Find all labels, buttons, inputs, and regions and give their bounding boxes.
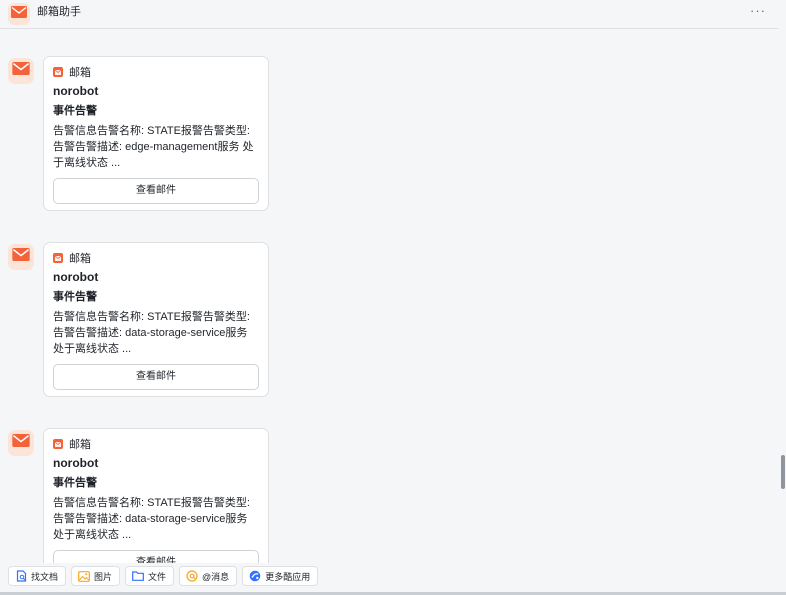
mail-subject: 事件告警	[53, 105, 97, 117]
mail-icon	[12, 62, 30, 80]
card-source-label: 邮箱	[69, 439, 91, 451]
mail-icon	[12, 434, 30, 452]
mailbox-icon	[53, 67, 63, 77]
image-icon	[78, 570, 90, 582]
mail-sender: norobot	[53, 456, 99, 470]
card-source-label: 邮箱	[69, 67, 91, 79]
find-doc-icon	[15, 570, 27, 582]
file-label: 文件	[148, 571, 167, 582]
mail-card[interactable]: 邮箱 norobot 事件告警 告警信息告警名称: STATE报警告警类型: 告…	[43, 428, 269, 563]
mail-icon	[11, 5, 27, 23]
mail-icon	[12, 248, 30, 266]
card-source: 邮箱	[53, 251, 259, 265]
mail-sender: norobot	[53, 84, 99, 98]
bot-avatar[interactable]	[8, 58, 34, 84]
find-doc-button[interactable]: 找文档	[8, 566, 67, 586]
scrollbar-thumb[interactable]	[781, 455, 785, 489]
header-avatar[interactable]	[8, 3, 30, 25]
bot-avatar[interactable]	[8, 244, 34, 270]
image-label: 图片	[94, 571, 113, 582]
apps-icon	[249, 570, 261, 582]
mail-preview: 告警信息告警名称: STATE报警告警类型: 告警告警描述: data-stor…	[53, 497, 250, 541]
mailbox-icon	[53, 439, 63, 449]
bottom-toolbar: 找文档 图片 文件 @消息 更多酷应用	[0, 563, 786, 595]
more-options-button[interactable]: ···	[750, 3, 766, 19]
card-source: 邮箱	[53, 65, 259, 79]
at-message-label: @消息	[202, 571, 230, 582]
mail-preview: 告警信息告警名称: STATE报警告警类型: 告警告警描述: edge-mana…	[53, 125, 254, 169]
mail-card[interactable]: 邮箱 norobot 事件告警 告警信息告警名称: STATE报警告警类型: 告…	[43, 56, 269, 211]
mail-sender: norobot	[53, 270, 99, 284]
card-source: 邮箱	[53, 437, 259, 451]
find-doc-label: 找文档	[31, 571, 59, 582]
mail-assistant-window: 邮箱助手 ··· 邮箱 norobot 事件告警 告警信息告警名称: STATE…	[0, 0, 786, 595]
message-list[interactable]: 邮箱 norobot 事件告警 告警信息告警名称: STATE报警告警类型: 告…	[0, 29, 778, 563]
more-apps-label: 更多酷应用	[265, 571, 311, 582]
bot-avatar[interactable]	[8, 430, 34, 456]
view-mail-button[interactable]: 查看邮件	[53, 364, 259, 390]
mail-preview: 告警信息告警名称: STATE报警告警类型: 告警告警描述: data-stor…	[53, 311, 250, 355]
image-button[interactable]: 图片	[71, 566, 121, 586]
file-button[interactable]: 文件	[125, 566, 175, 586]
mail-subject: 事件告警	[53, 477, 97, 489]
chat-header: 邮箱助手 ···	[0, 0, 778, 29]
chat-title: 邮箱助手	[37, 6, 81, 18]
mailbox-icon	[53, 253, 63, 263]
more-apps-button[interactable]: 更多酷应用	[242, 566, 319, 586]
at-message-button[interactable]: @消息	[179, 566, 238, 586]
folder-icon	[132, 570, 144, 582]
view-mail-button[interactable]: 查看邮件	[53, 178, 259, 204]
at-icon	[186, 570, 198, 582]
mail-card[interactable]: 邮箱 norobot 事件告警 告警信息告警名称: STATE报警告警类型: 告…	[43, 242, 269, 397]
mail-subject: 事件告警	[53, 291, 97, 303]
card-source-label: 邮箱	[69, 253, 91, 265]
view-mail-button[interactable]: 查看邮件	[53, 550, 259, 563]
